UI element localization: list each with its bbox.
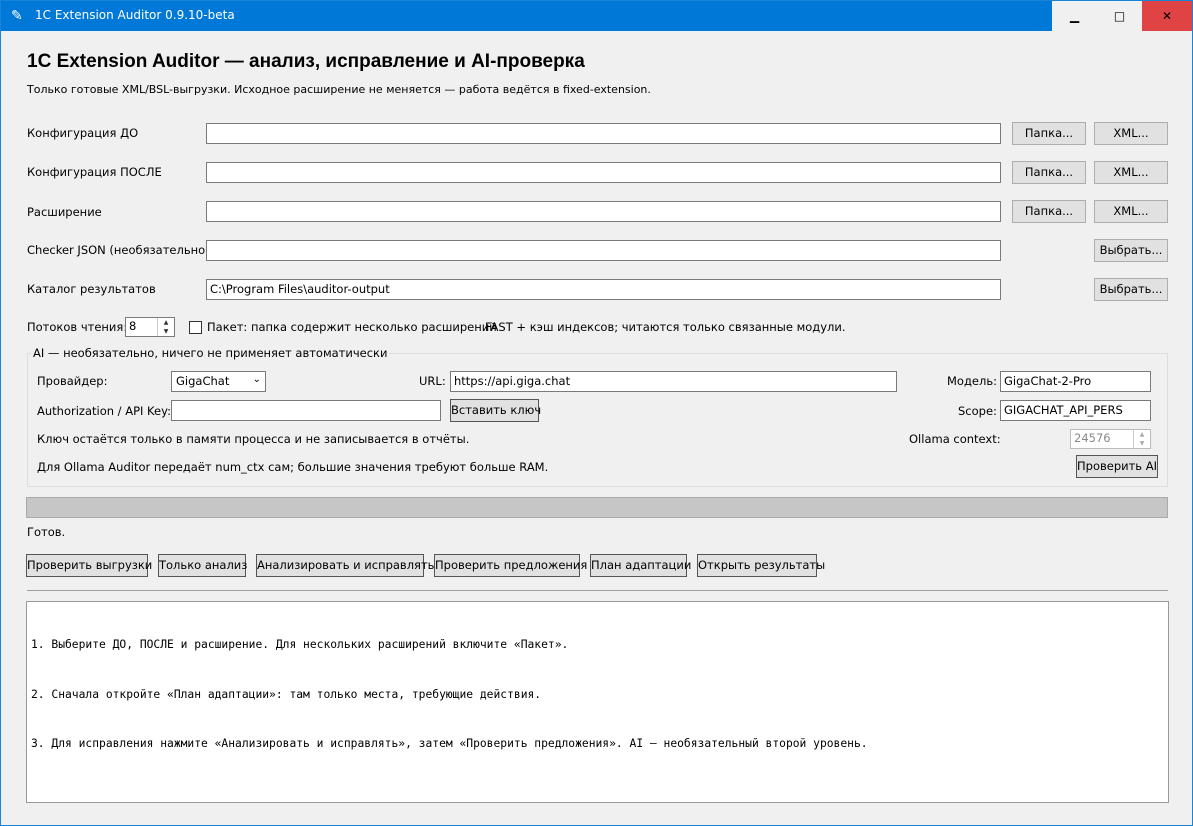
ollama-context-spinbox[interactable]: 24576 ▲ ▼ xyxy=(1070,429,1151,449)
config-before-label: Конфигурация ДО xyxy=(27,126,139,140)
model-input[interactable]: GigaChat-2-Pro xyxy=(1000,371,1151,392)
checker-json-choose-button[interactable]: Выбрать... xyxy=(1094,239,1168,262)
model-label: Модель: xyxy=(947,374,997,388)
window-title: 1C Extension Auditor 0.9.10-beta xyxy=(35,8,235,22)
app-window: ✎ 1C Extension Auditor 0.9.10-beta ▁ □ ✕… xyxy=(0,0,1193,826)
extension-input[interactable] xyxy=(206,201,1001,222)
status-text: Готов. xyxy=(27,525,66,539)
feather-app-icon: ✎ xyxy=(11,8,23,24)
batch-checkbox[interactable] xyxy=(189,321,202,334)
minimize-button[interactable]: ▁ xyxy=(1052,1,1097,31)
separator xyxy=(27,590,1168,591)
provider-value: GigaChat xyxy=(176,374,230,388)
analyze-only-button[interactable]: Только анализ xyxy=(158,554,247,577)
minimize-icon: ▁ xyxy=(1069,9,1080,23)
batch-label[interactable]: Пакет: папка содержит несколько расширен… xyxy=(207,320,497,334)
fast-note: FAST + кэш индексов; читаются только свя… xyxy=(485,320,846,334)
analyze-fix-button[interactable]: Анализировать и исправлять xyxy=(256,554,434,577)
ollama-context-value: 24576 xyxy=(1074,431,1111,445)
close-button[interactable]: ✕ xyxy=(1142,1,1192,31)
threads-value: 8 xyxy=(129,319,137,333)
adaptation-plan-button[interactable]: План адаптации xyxy=(590,554,691,577)
api-key-input[interactable] xyxy=(171,400,441,421)
provider-select[interactable]: GigaChat ⌄ xyxy=(171,371,266,392)
chevron-down-icon: ⌄ xyxy=(252,374,261,385)
ollama-context-label: Ollama context: xyxy=(909,432,1001,446)
config-before-folder-button[interactable]: Папка... xyxy=(1012,122,1086,145)
extension-xml-button[interactable]: XML... xyxy=(1094,200,1168,223)
key-note: Ключ остаётся только в памяти процесса и… xyxy=(37,432,470,446)
log-textarea[interactable]: 1. Выберите ДО, ПОСЛЕ и расширение. Для … xyxy=(26,601,1169,803)
extension-folder-button[interactable]: Папка... xyxy=(1012,200,1086,223)
close-icon: ✕ xyxy=(1161,9,1173,23)
check-exports-button[interactable]: Проверить выгрузки xyxy=(26,554,152,577)
output-dir-label: Каталог результатов xyxy=(27,282,156,296)
open-results-button[interactable]: Открыть результаты xyxy=(697,554,825,577)
output-dir-choose-button[interactable]: Выбрать... xyxy=(1094,278,1168,301)
scope-label: Scope: xyxy=(958,404,997,418)
config-after-xml-button[interactable]: XML... xyxy=(1094,161,1168,184)
maximize-button[interactable]: □ xyxy=(1097,1,1142,31)
url-input[interactable]: https://api.giga.chat xyxy=(450,371,897,392)
api-key-label: Authorization / API Key: xyxy=(37,404,171,418)
output-dir-input[interactable]: C:\Program Files\auditor-output xyxy=(206,279,1001,300)
config-before-input[interactable] xyxy=(206,123,1001,144)
check-proposals-button[interactable]: Проверить предложения xyxy=(434,554,587,577)
paste-key-button[interactable]: Вставить ключ xyxy=(450,399,541,422)
page-subtitle: Только готовые XML/BSL-выгрузки. Исходно… xyxy=(27,83,651,96)
spin-arrows-icon[interactable]: ▲ ▼ xyxy=(157,318,174,336)
page-title: 1C Extension Auditor — анализ, исправлен… xyxy=(27,51,585,72)
log-line: 3. Для исправления нажмите «Анализироват… xyxy=(31,737,868,750)
log-line: 1. Выберите ДО, ПОСЛЕ и расширение. Для … xyxy=(31,638,569,651)
config-after-input[interactable] xyxy=(206,162,1001,183)
scope-input[interactable]: GIGACHAT_API_PERS xyxy=(1000,400,1151,421)
spin-arrows-icon[interactable]: ▲ ▼ xyxy=(1133,430,1150,448)
config-before-xml-button[interactable]: XML... xyxy=(1094,122,1168,145)
threads-label: Потоков чтения: xyxy=(27,320,128,334)
checker-json-label: Checker JSON (необязательно) xyxy=(27,243,210,257)
config-after-folder-button[interactable]: Папка... xyxy=(1012,161,1086,184)
threads-spinbox[interactable]: 8 ▲ ▼ xyxy=(125,317,175,337)
ai-group-label: AI — необязательно, ничего не применяет … xyxy=(31,346,390,360)
title-bar[interactable]: ✎ 1C Extension Auditor 0.9.10-beta ▁ □ ✕ xyxy=(1,1,1192,31)
extension-label: Расширение xyxy=(27,205,102,219)
check-ai-button[interactable]: Проверить AI xyxy=(1076,455,1158,478)
checker-json-input[interactable] xyxy=(206,240,1001,261)
provider-label: Провайдер: xyxy=(37,374,108,388)
config-after-label: Конфигурация ПОСЛЕ xyxy=(27,165,162,179)
maximize-icon: □ xyxy=(1113,9,1126,23)
url-label: URL: xyxy=(419,374,446,388)
log-line: 2. Сначала откройте «План адаптации»: та… xyxy=(31,687,542,701)
progress-bar xyxy=(26,497,1168,518)
ollama-note: Для Ollama Auditor передаёт num_ctx сам;… xyxy=(37,460,549,474)
